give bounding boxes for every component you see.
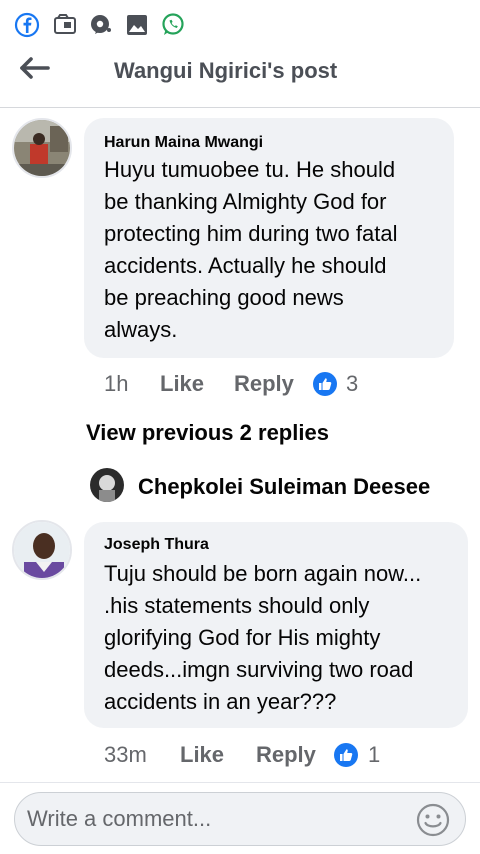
like-button[interactable]: Like [180, 742, 224, 768]
comment-bubble: Harun Maina Mwangi Huyu tumuobee tu. He … [84, 118, 454, 358]
replier-avatar-photo [90, 468, 124, 502]
comment-input-container [14, 792, 466, 846]
page-title: Wangui Ngirici's post [114, 58, 338, 83]
comment-bubble: Joseph Thura Tuju should be born again n… [84, 522, 468, 728]
comment-composer [0, 782, 480, 854]
post-header: Wangui Ngirici's post [0, 46, 480, 108]
comment-text: Tuju should be born again now... .his st… [104, 561, 422, 714]
comment-time: 1h [104, 371, 129, 396]
reaction-count: 1 [368, 742, 381, 767]
messenger-icon [91, 15, 111, 34]
comment-author[interactable]: Harun Maina Mwangi [104, 134, 263, 152]
emoji-icon[interactable] [415, 802, 451, 838]
avatar-photo [14, 522, 70, 578]
reply-button[interactable]: Reply [234, 371, 294, 397]
comment-text: Huyu tumuobee tu. He should be thanking … [104, 157, 398, 342]
image-icon [127, 15, 147, 35]
avatar[interactable] [12, 118, 72, 178]
comment-input[interactable] [27, 801, 407, 837]
reply-button[interactable]: Reply [256, 742, 316, 768]
reaction-count: 3 [346, 371, 359, 396]
view-previous-replies[interactable]: View previous 2 replies [86, 420, 329, 446]
comment-time: 33m [104, 742, 147, 767]
whatsapp-icon [162, 13, 184, 35]
facebook-icon [14, 12, 40, 38]
status-bar [0, 0, 480, 46]
latest-replier-name[interactable]: Chepkolei Suleiman Deesee [138, 474, 430, 500]
avatar[interactable] [12, 520, 72, 580]
comment-author[interactable]: Joseph Thura [104, 536, 209, 554]
like-button[interactable]: Like [160, 371, 204, 397]
back-arrow-icon[interactable] [18, 56, 54, 86]
avatar-photo [14, 120, 70, 176]
replier-avatar[interactable] [90, 468, 124, 502]
gallery-icon [54, 14, 76, 34]
like-reaction-icon[interactable] [334, 743, 358, 767]
like-reaction-icon[interactable] [313, 372, 337, 396]
